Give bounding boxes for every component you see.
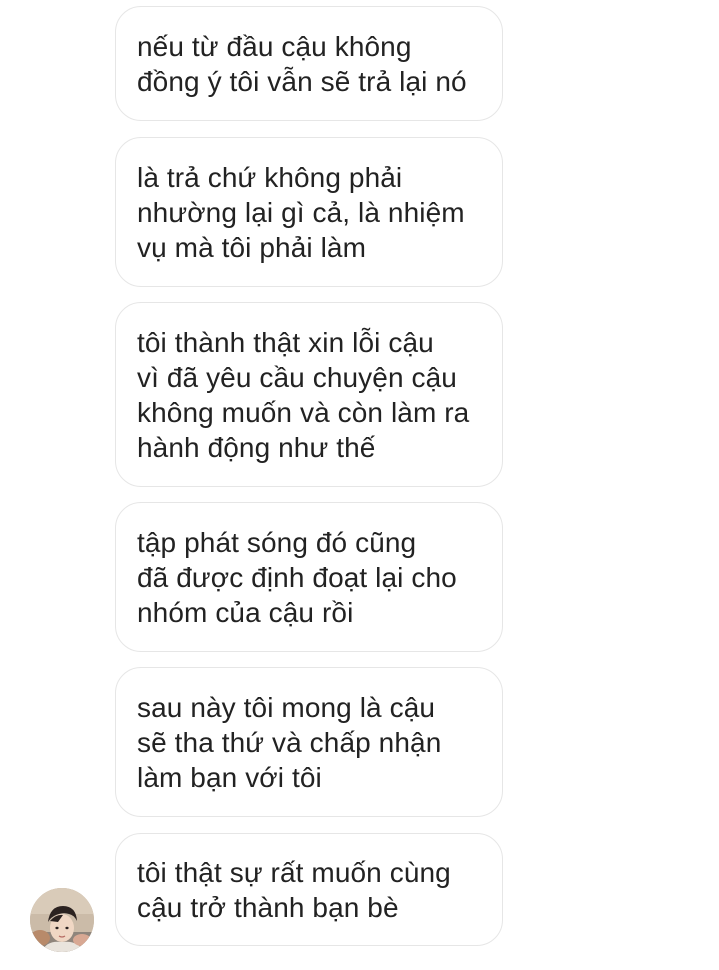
message-text: nếu từ đầu cậu không đồng ý tôi vẫn sẽ t… <box>137 30 467 97</box>
message-bubble[interactable]: tôi thật sự rất muốn cùng cậu trở thành … <box>115 833 503 946</box>
message-text: là trả chứ không phải nhường lại gì cả, … <box>137 161 465 263</box>
message-text: tôi thành thật xin lỗi cậu vì đã yêu cầu… <box>137 326 470 463</box>
message-bubble[interactable]: tập phát sóng đó cũng đã được định đoạt … <box>115 502 503 652</box>
message-text: tập phát sóng đó cũng đã được định đoạt … <box>137 526 457 628</box>
message-bubble[interactable]: nếu từ đầu cậu không đồng ý tôi vẫn sẽ t… <box>115 6 503 121</box>
message-bubble[interactable]: là trả chứ không phải nhường lại gì cả, … <box>115 137 503 287</box>
message-bubble[interactable]: tôi thành thật xin lỗi cậu vì đã yêu cầu… <box>115 302 503 487</box>
message-text: tôi thật sự rất muốn cùng cậu trở thành … <box>137 856 451 923</box>
profile-photo-icon <box>30 888 94 952</box>
message-bubble[interactable]: sau này tôi mong là cậu sẽ tha thứ và ch… <box>115 667 503 817</box>
sender-avatar[interactable] <box>30 888 94 952</box>
message-text: sau này tôi mong là cậu sẽ tha thứ và ch… <box>137 691 442 793</box>
